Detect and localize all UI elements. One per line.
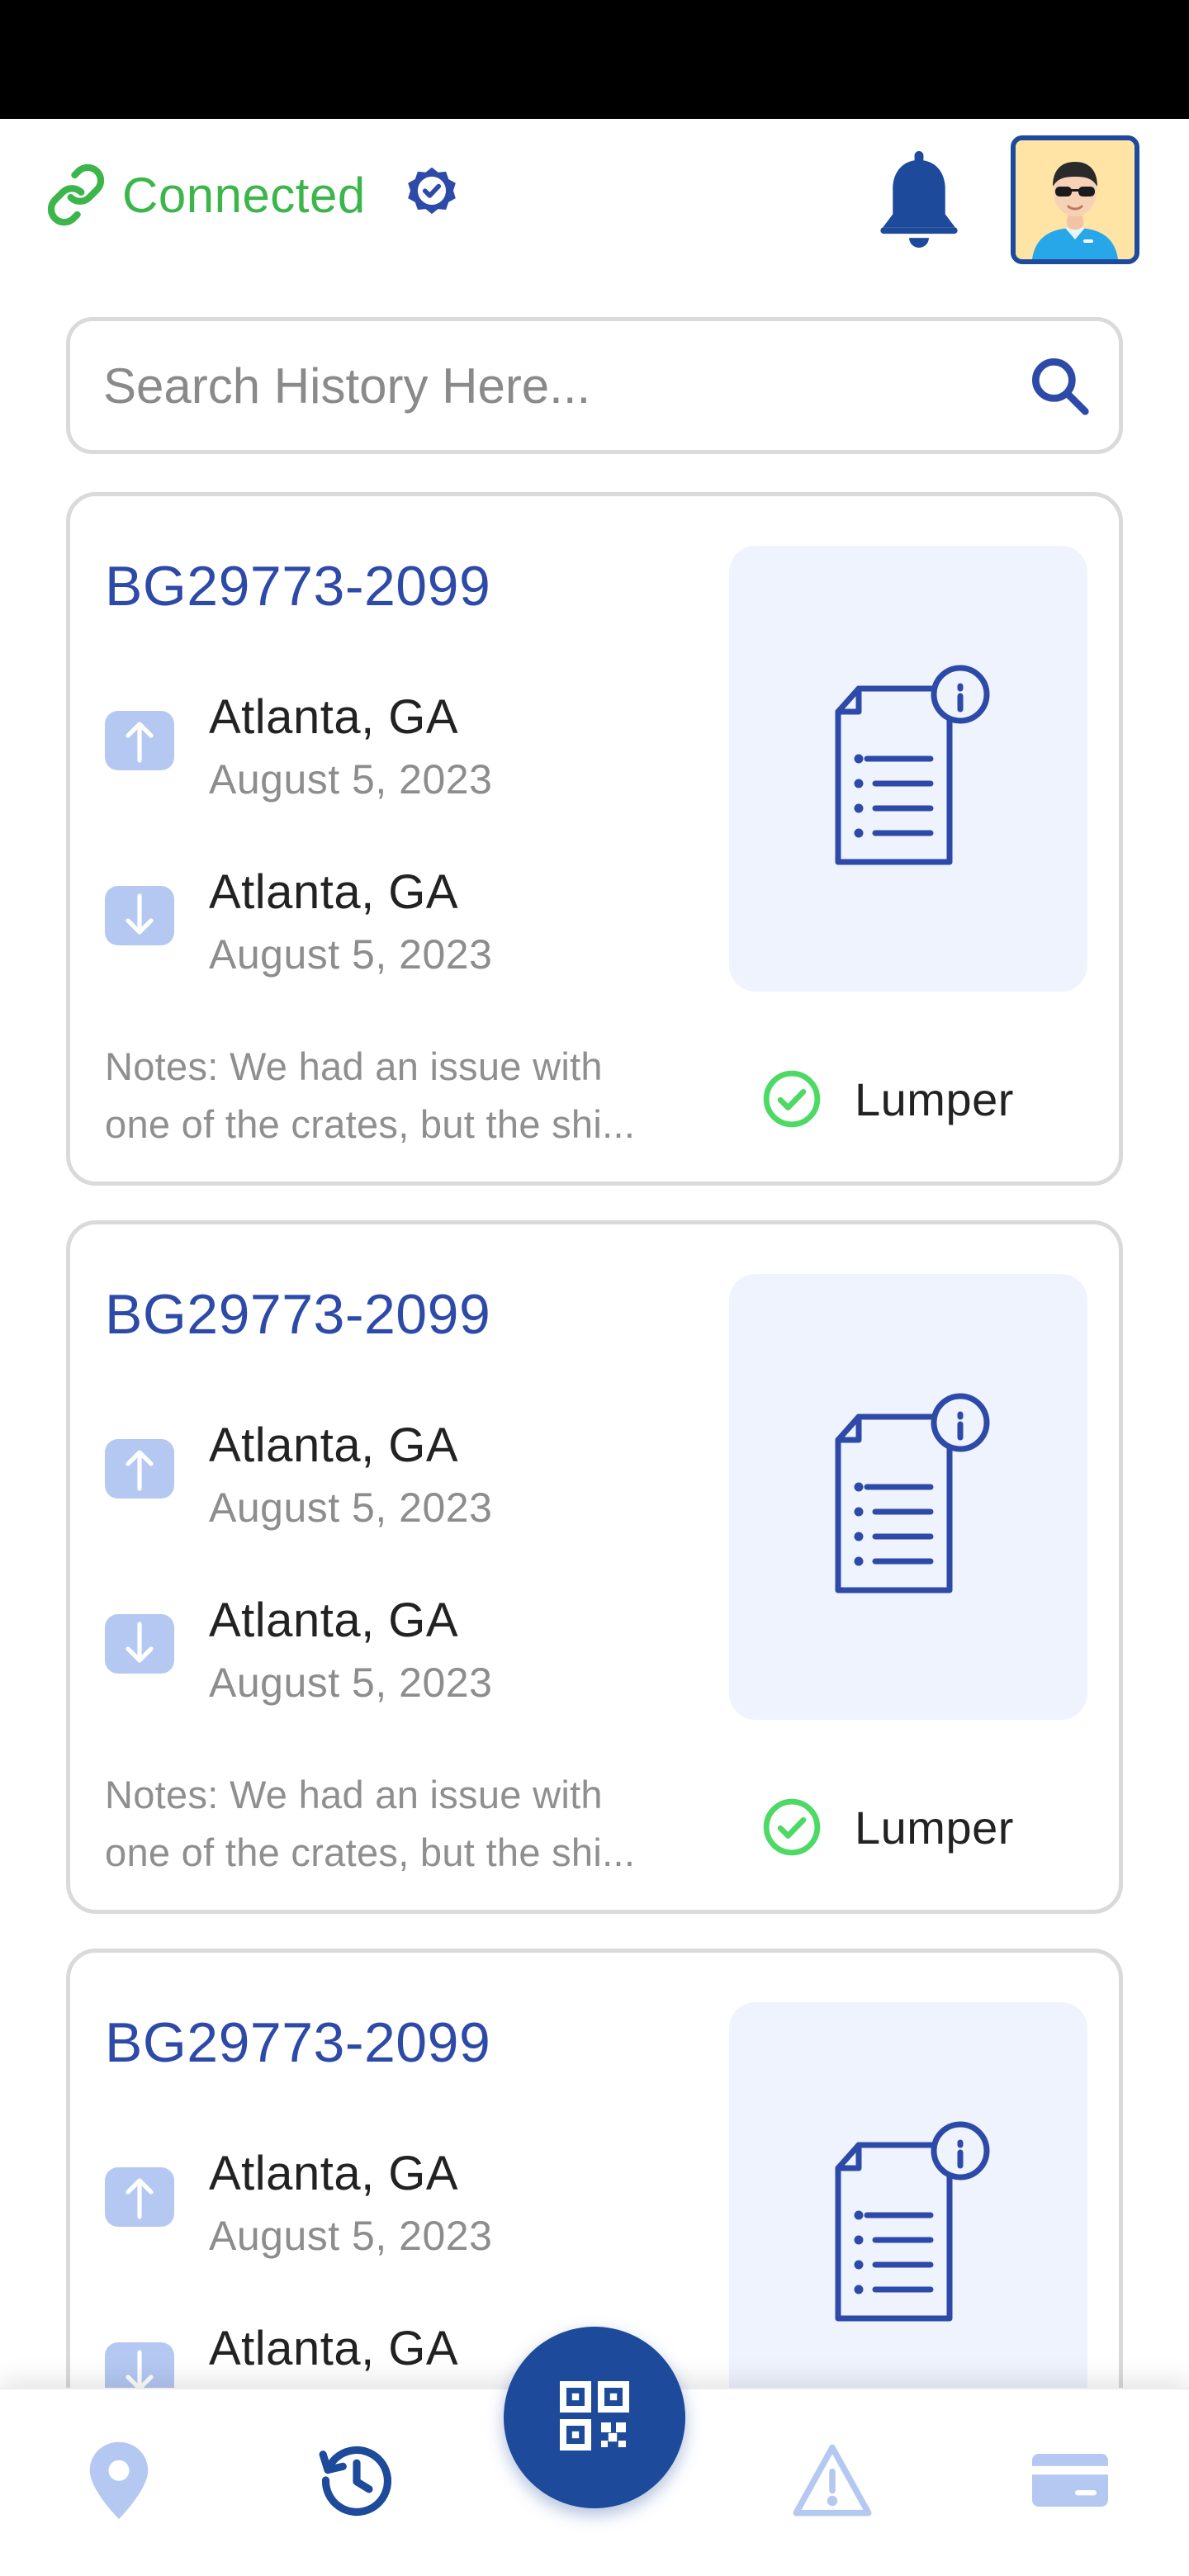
pickup-city: Atlanta, GA (209, 2147, 459, 2200)
history-card[interactable]: BG29773-2099 Atlanta, GA August 5, 2023 … (66, 1220, 1123, 1914)
location-pin-icon (80, 2437, 158, 2527)
pickup-city: Atlanta, GA (209, 1418, 459, 1472)
notes-text: Notes: We had an issue with one of the c… (105, 1766, 716, 1882)
upload-arrow-icon (105, 2167, 174, 2227)
upload-arrow-icon (105, 711, 174, 770)
document-tile[interactable] (729, 1274, 1087, 1720)
download-arrow-icon (105, 886, 174, 945)
search-icon[interactable] (1020, 346, 1099, 425)
lumper-label: Lumper (855, 1801, 1014, 1854)
dropoff-stop: Atlanta, GA August 5, 2023 (105, 864, 765, 980)
alert-triangle-icon (791, 2442, 874, 2522)
lumper-label: Lumper (855, 1073, 1014, 1125)
nav-history[interactable] (307, 2432, 406, 2531)
upload-arrow-icon (105, 1439, 174, 1499)
document-info-icon (813, 664, 1003, 874)
notes-line: Notes: We had an issue with (105, 1044, 603, 1088)
link-icon (43, 162, 109, 228)
verified-badge-icon (399, 162, 465, 228)
dropoff-city: Atlanta, GA (209, 865, 459, 919)
dropoff-date: August 5, 2023 (209, 931, 493, 978)
download-arrow-icon (105, 1614, 174, 1674)
notes-line: Notes: We had an issue with (105, 1773, 603, 1816)
qr-code-icon (555, 2376, 634, 2460)
check-circle-icon (759, 1794, 825, 1860)
dropoff-stop: Atlanta, GA August 5, 2023 (105, 1593, 765, 1708)
lumper-status: Lumper (759, 1794, 1014, 1860)
pickup-date: August 5, 2023 (209, 1485, 493, 1531)
notes-line: one of the crates, but the shi... (105, 1102, 636, 1146)
nav-alerts[interactable] (783, 2432, 882, 2531)
pickup-city: Atlanta, GA (209, 690, 459, 744)
document-tile[interactable] (729, 2002, 1087, 2448)
load-id: BG29773-2099 (105, 2011, 491, 2074)
notifications-button[interactable] (874, 149, 964, 256)
dropoff-date: August 5, 2023 (209, 1660, 493, 1706)
load-id: BG29773-2099 (105, 1283, 491, 1346)
app-header: Connected (0, 119, 1189, 276)
pickup-stop: Atlanta, GA August 5, 2023 (105, 689, 765, 805)
pickup-stop: Atlanta, GA August 5, 2023 (105, 1418, 765, 1533)
notes-text: Notes: We had an issue with one of the c… (105, 1038, 716, 1153)
document-info-icon (813, 1392, 1003, 1603)
history-card[interactable]: BG29773-2099 Atlanta, GA August 5, 2023 … (66, 492, 1123, 1186)
lumper-status: Lumper (759, 1066, 1014, 1132)
dropoff-city: Atlanta, GA (209, 1593, 459, 1647)
load-id: BG29773-2099 (105, 555, 491, 618)
pickup-date: August 5, 2023 (209, 2213, 493, 2259)
connection-status-label: Connected (122, 167, 366, 223)
card-icon (1030, 2451, 1110, 2513)
avatar[interactable] (1011, 135, 1139, 264)
notes-line: one of the crates, but the shi... (105, 1830, 636, 1874)
qr-scan-button[interactable] (504, 2327, 685, 2508)
dropoff-city: Atlanta, GA (209, 2322, 459, 2375)
connection-status: Connected (43, 162, 465, 228)
nav-payments[interactable] (1021, 2432, 1120, 2531)
search-bar (66, 317, 1123, 454)
history-clock-icon (315, 2439, 398, 2526)
bell-icon (878, 149, 960, 256)
check-circle-icon (759, 1066, 825, 1132)
status-bar (0, 0, 1189, 119)
nav-location[interactable] (69, 2432, 168, 2531)
pickup-date: August 5, 2023 (209, 756, 493, 803)
document-info-icon (813, 2120, 1003, 2331)
document-tile[interactable] (729, 546, 1087, 992)
search-input[interactable] (103, 321, 995, 450)
pickup-stop: Atlanta, GA August 5, 2023 (105, 2146, 765, 2261)
